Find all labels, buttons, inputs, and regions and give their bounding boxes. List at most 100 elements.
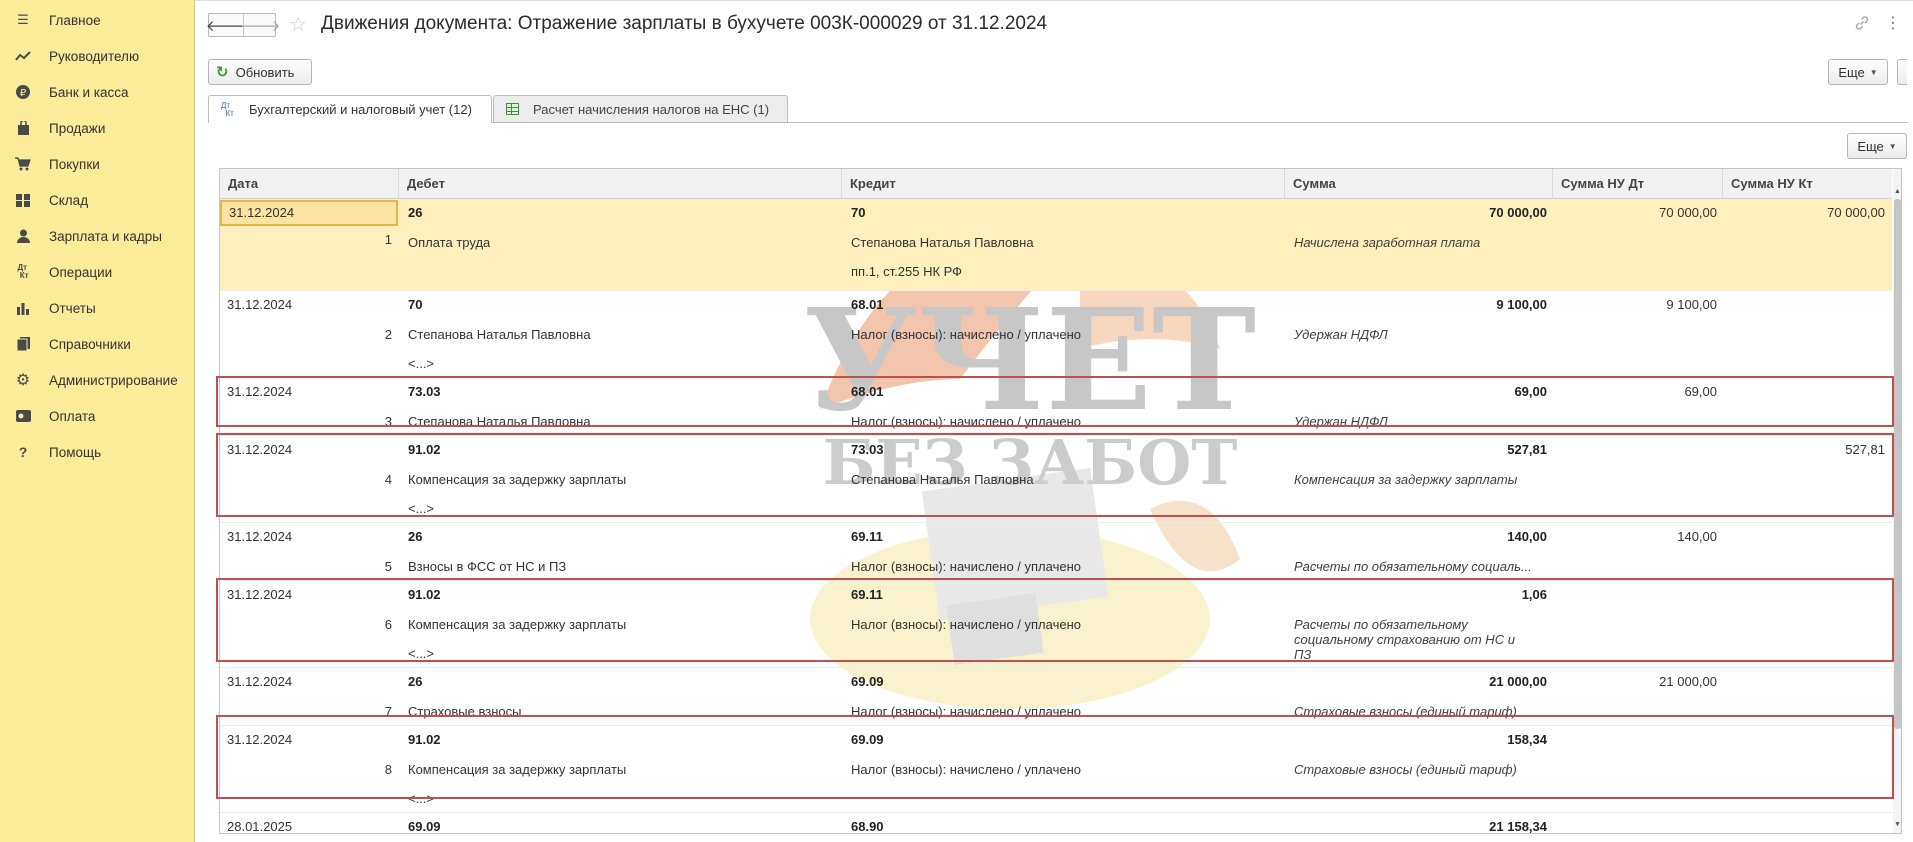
refresh-button[interactable]: ↻ Обновить (208, 59, 312, 85)
sidebar-item-admin[interactable]: ⚙ Администрирование (0, 362, 195, 398)
debit-subconto: Степанова Наталья Павловна (408, 327, 591, 342)
dtkt-icon: Дт Кт (17, 263, 29, 280)
sidebar-item-label: Продажи (49, 120, 106, 136)
sum-value: 21 158,34 (1489, 819, 1547, 834)
sidebar-item-bank[interactable]: ₽ Банк и касса (0, 74, 195, 110)
row-number: 7 (384, 704, 392, 719)
tab-accounting[interactable]: Дт Кт Бухгалтерский и налоговый учет (12… (208, 95, 492, 123)
row-number: 5 (384, 559, 392, 574)
sidebar-item-sales[interactable]: Продажи (0, 110, 195, 146)
scroll-thumb[interactable] (1894, 199, 1901, 729)
date-cell[interactable]: 31.12.2024 (227, 442, 292, 457)
sidebar-item-references[interactable]: Справочники (0, 326, 195, 362)
date-cell[interactable]: 31.12.2024 (227, 674, 292, 689)
help-icon: ? (18, 444, 28, 460)
sum-value: 158,34 (1507, 732, 1547, 747)
sidebar-item-label: Администрирование (49, 372, 178, 388)
credit-account: 69.09 (851, 674, 884, 689)
back-button[interactable]: 🡐 (206, 14, 246, 36)
more-label: Еще (1838, 64, 1865, 80)
sidebar-item-operations[interactable]: Дт Кт Операции (0, 254, 195, 290)
scroll-up-icon[interactable]: ▲ (1893, 188, 1901, 195)
favorite-star-icon[interactable]: ☆ (289, 12, 307, 37)
table-row[interactable]: 31.12.2024 6 91.02 Компенсация за задерж… (220, 581, 1892, 668)
row-number: 6 (384, 617, 392, 632)
chevron-down-icon: ▼ (1869, 67, 1878, 77)
table-row[interactable]: 31.12.2024 2 70 Степанова Наталья Павлов… (220, 291, 1892, 378)
table-row[interactable]: 31.12.2024 7 26 Страховые взносы 69.09 Н… (220, 668, 1892, 726)
date-cell[interactable]: 31.12.2024 (227, 529, 292, 544)
credit-subconto: Степанова Наталья Павловна (851, 472, 1034, 487)
sidebar-item-main[interactable]: ☰ Главное (0, 2, 195, 38)
ruble-icon: ₽ (15, 84, 31, 100)
sum-nu-dt: 140,00 (1677, 529, 1717, 544)
credit-account: 68.90 (851, 819, 884, 834)
scroll-down-icon[interactable]: ▼ (1893, 821, 1901, 828)
forward-button[interactable]: 🡒 (240, 14, 281, 36)
sidebar-item-help[interactable]: ? Помощь (0, 434, 195, 470)
sum-nu-dt: 9 100,00 (1666, 297, 1717, 312)
sum-value: 21 000,00 (1489, 674, 1547, 689)
postings-table: Дата Дебет Кредит Сумма Сумма НУ Дт Сумм… (219, 168, 1902, 834)
debit-subconto: Компенсация за задержку зарплаты (408, 472, 627, 487)
sum-nu-kt: 527,81 (1845, 442, 1885, 457)
sidebar-item-label: Операции (49, 264, 113, 280)
sidebar-item-warehouse[interactable]: Склад (0, 182, 195, 218)
row-number: 4 (384, 472, 392, 487)
column-header-date[interactable]: Дата (220, 169, 399, 199)
table-row[interactable]: 28.01.2025 69.09 68.90 21 158,34 (220, 813, 1892, 834)
credit-subconto: Налог (взносы): начислено / уплачено (851, 704, 1081, 719)
debit-account: 70 (408, 297, 423, 312)
row-number: 3 (384, 414, 392, 429)
more-button-table[interactable]: Еще ▼ (1847, 133, 1907, 159)
credit-account: 73.03 (851, 442, 884, 457)
sidebar-item-purchases[interactable]: Покупки (0, 146, 195, 182)
debit-account: 91.02 (408, 732, 441, 747)
sidebar-item-payment[interactable]: Оплата (0, 398, 195, 434)
sum-description: Страховые взносы (единый тариф) (1294, 704, 1517, 719)
tab-ens-taxes[interactable]: Расчет начисления налогов на ЕНС (1) (493, 95, 788, 122)
warehouse-icon (15, 192, 31, 208)
table-row[interactable]: 31.12.2024 5 26 Взносы в ФСС от НС и ПЗ … (220, 523, 1892, 581)
sum-description: Удержан НДФЛ (1294, 414, 1388, 429)
debit-account: 26 (408, 674, 423, 689)
column-header-sum-nu-dt[interactable]: Сумма НУ Дт (1553, 169, 1723, 199)
debit-subconto: Компенсация за задержку зарплаты (408, 762, 627, 777)
table-row[interactable]: 31.12.2024 3 73.03 Степанова Наталья Пав… (220, 378, 1892, 436)
column-header-sum-nu-kt[interactable]: Сумма НУ Кт (1723, 169, 1892, 199)
date-cell[interactable]: 31.12.2024 (227, 384, 292, 399)
date-cell[interactable]: 31.12.2024 (227, 732, 292, 747)
sidebar-item-label: Главное (49, 12, 101, 28)
sidebar-item-reports[interactable]: Отчеты (0, 290, 195, 326)
column-header-debit[interactable]: Дебет (399, 169, 842, 199)
sum-value: 69,00 (1514, 384, 1547, 399)
sidebar-item-label: Помощь (49, 444, 102, 460)
debit-account: 91.02 (408, 587, 441, 602)
gear-icon: ⚙ (15, 372, 31, 389)
column-header-credit[interactable]: Кредит (842, 169, 1285, 199)
column-header-sum[interactable]: Сумма (1285, 169, 1553, 199)
sidebar-item-director[interactable]: Руководителю (0, 38, 195, 74)
sidebar-item-salary[interactable]: Зарплата и кадры (0, 218, 195, 254)
date-cell[interactable]: 31.12.2024 (220, 200, 398, 226)
table-row[interactable]: 31.12.2024 8 91.02 Компенсация за задерж… (220, 726, 1892, 813)
table-row[interactable]: 31.12.2024 1 26 Оплата труда 70 Степанов… (220, 199, 1892, 291)
document-header: 🡐 🡒 ☆ Движения документа: Отражение зарп… (195, 0, 1913, 48)
table-row[interactable]: 31.12.2024 4 91.02 Компенсация за задерж… (220, 436, 1892, 523)
date-cell[interactable]: 31.12.2024 (227, 587, 292, 602)
credit-account: 69.09 (851, 732, 884, 747)
sidebar-item-label: Покупки (49, 156, 100, 172)
date-cell[interactable]: 28.01.2025 (227, 819, 292, 833)
sum-value: 9 100,00 (1496, 297, 1547, 312)
row-number: 2 (384, 327, 392, 342)
link-icon[interactable] (1854, 15, 1870, 35)
table-scrollbar[interactable]: ▲ ▼ (1893, 169, 1901, 833)
bag-icon (15, 120, 31, 136)
credit-account: 68.01 (851, 384, 884, 399)
more-button-top[interactable]: Еще ▼ (1828, 59, 1888, 85)
panel-edge-button[interactable] (1897, 59, 1907, 85)
page-title: Движения документа: Отражение зарплаты в… (321, 13, 1048, 34)
more-menu-icon[interactable]: ⋮ (1885, 13, 1901, 33)
date-cell[interactable]: 31.12.2024 (227, 297, 292, 312)
credit-account: 68.01 (851, 297, 884, 312)
